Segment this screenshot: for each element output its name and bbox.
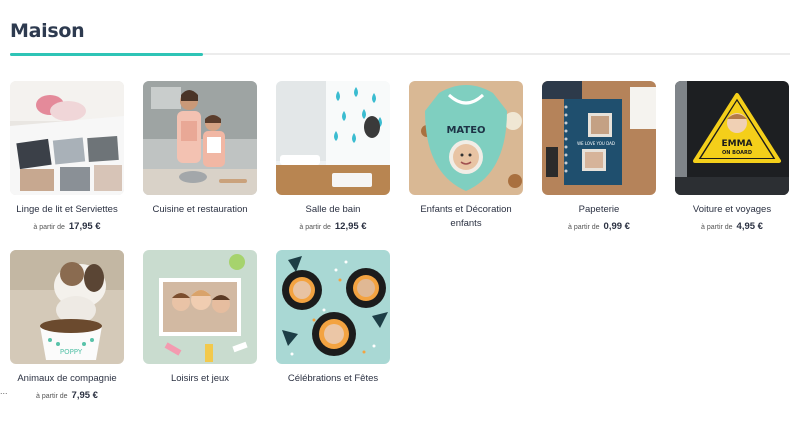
price-line: à partir de 4,95 € bbox=[701, 221, 763, 232]
price-value: 12,95 € bbox=[334, 221, 367, 232]
category-image-kitchen bbox=[143, 81, 257, 195]
category-title: Enfants et Décoration enfants bbox=[420, 204, 512, 229]
category-title: Animaux de compagnie bbox=[17, 373, 117, 384]
category-image-baby-bib: MATEO bbox=[409, 81, 523, 195]
category-title: Salle de bain bbox=[305, 204, 361, 215]
category-card-cuisine[interactable]: Cuisine et restauration bbox=[143, 81, 257, 217]
category-title: Célébrations et Fêtes bbox=[287, 373, 379, 384]
category-card-linge[interactable]: Linge de lit et Serviettes à partir de 1… bbox=[10, 81, 124, 232]
more-indicator: ... bbox=[0, 386, 8, 396]
page-title: Maison bbox=[10, 20, 85, 42]
price-line: à partir de 0,99 € bbox=[568, 221, 630, 232]
category-title: Papeterie bbox=[578, 204, 620, 215]
category-image-car-sign: EMMA ON BOARD bbox=[675, 81, 789, 195]
category-card-celebrations[interactable]: Célébrations et Fêtes bbox=[276, 250, 390, 386]
category-title: Voiture et voyages bbox=[692, 204, 772, 215]
category-image-puzzle bbox=[143, 250, 257, 364]
category-title: Linge de lit et Serviettes bbox=[16, 204, 118, 215]
category-title: Cuisine et restauration bbox=[152, 204, 248, 215]
price-value: 0,99 € bbox=[603, 221, 630, 232]
price-value: 4,95 € bbox=[736, 221, 763, 232]
car-sign-sub-text: ON BOARD bbox=[722, 150, 752, 156]
price-line: à partir de 7,95 € bbox=[36, 390, 98, 401]
title-accent-bar bbox=[10, 53, 203, 56]
bib-name-text: MATEO bbox=[446, 125, 485, 136]
category-image-party-plates bbox=[276, 250, 390, 364]
category-card-salle-de-bain[interactable]: Salle de bain à partir de 12,95 € bbox=[276, 81, 390, 232]
category-card-animaux[interactable]: POPPY Animaux de compagnie à partir de 7… bbox=[10, 250, 124, 401]
category-card-papeterie[interactable]: WE LOVE YOU DAD Papeterie à partir de 0,… bbox=[542, 81, 656, 232]
category-image-bathroom bbox=[276, 81, 390, 195]
category-card-enfants[interactable]: MATEO Enfants et Décoration enfants bbox=[409, 81, 523, 231]
price-line: à partir de 17,95 € bbox=[33, 221, 101, 232]
category-card-voiture[interactable]: EMMA ON BOARD Voiture et voyages à parti… bbox=[675, 81, 789, 232]
notebook-caption-text: WE LOVE YOU DAD bbox=[577, 141, 615, 146]
category-image-bedding bbox=[10, 81, 124, 195]
car-sign-name-text: EMMA bbox=[721, 139, 752, 149]
price-value: 7,95 € bbox=[71, 390, 98, 401]
price-line: à partir de 12,95 € bbox=[299, 221, 367, 232]
price-value: 17,95 € bbox=[68, 221, 101, 232]
category-image-notebook: WE LOVE YOU DAD bbox=[542, 81, 656, 195]
category-card-loisirs[interactable]: Loisirs et jeux bbox=[143, 250, 257, 386]
bowl-name-text: POPPY bbox=[60, 348, 83, 356]
category-title: Loisirs et jeux bbox=[170, 373, 230, 384]
category-image-dog-bowl: POPPY bbox=[10, 250, 124, 364]
